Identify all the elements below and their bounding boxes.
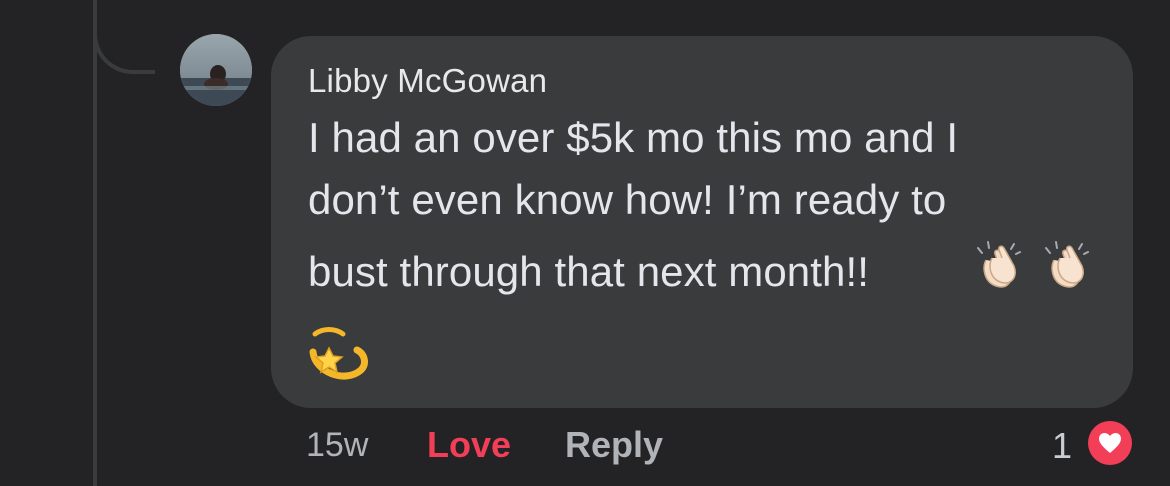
comment-timestamp: 15w bbox=[306, 426, 369, 464]
comment-text-line-3: bust through that next month!! bbox=[308, 248, 870, 295]
comment-text-line-1: I had an over $5k mo this mo and I bbox=[308, 114, 959, 161]
clapping-hands-icon bbox=[1036, 238, 1094, 296]
comment-author[interactable]: Libby McGowan bbox=[308, 62, 547, 100]
comment-text-line-2: don’t even know how! I’m ready to bbox=[308, 176, 947, 223]
reaction-badge[interactable] bbox=[1085, 418, 1135, 468]
love-reaction-button[interactable]: Love bbox=[427, 424, 511, 466]
dizzy-star-icon bbox=[305, 322, 369, 386]
comment-thread: Libby McGowan I had an over $5k mo this … bbox=[0, 0, 1170, 486]
avatar[interactable] bbox=[180, 34, 252, 106]
heart-icon bbox=[1088, 421, 1132, 465]
thread-connector-curve bbox=[93, 0, 155, 74]
reply-button[interactable]: Reply bbox=[565, 424, 663, 466]
reaction-count[interactable]: 1 bbox=[1052, 425, 1072, 467]
thread-connector-line bbox=[93, 0, 97, 486]
clapping-hands-icon bbox=[968, 238, 1026, 296]
